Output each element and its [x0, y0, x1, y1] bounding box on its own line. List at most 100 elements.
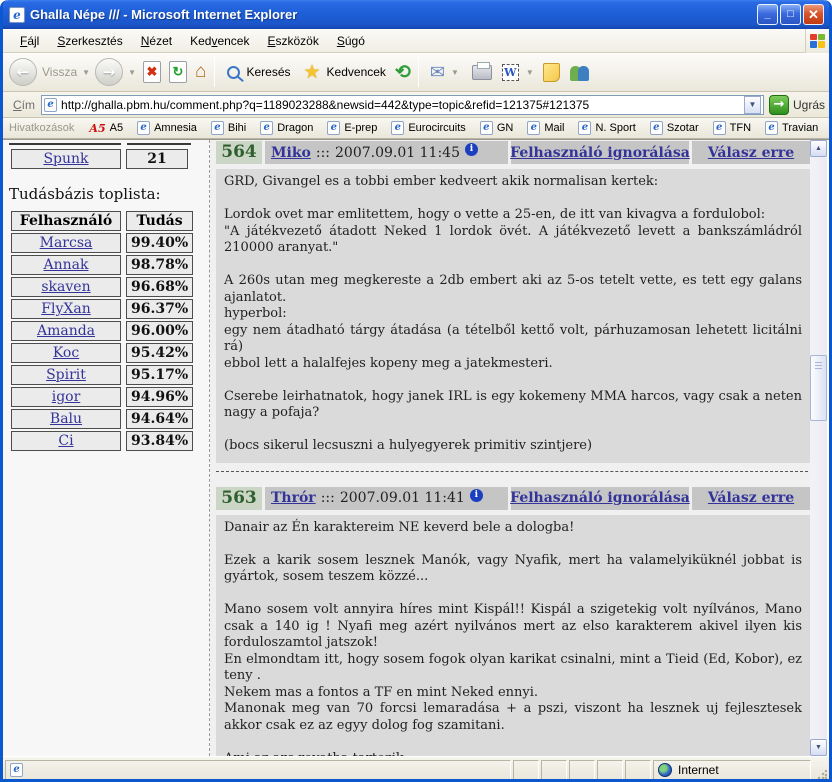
address-dropdown-icon[interactable]: ▼: [744, 96, 761, 114]
refresh-button[interactable]: ↻: [169, 61, 187, 83]
address-url[interactable]: http://ghalla.pbm.hu/comment.php?q=11890…: [61, 98, 744, 112]
vertical-scrollbar[interactable]: ▲ ▼: [810, 140, 827, 756]
maximize-button[interactable]: □: [780, 4, 801, 25]
author-link[interactable]: Miko: [271, 145, 311, 161]
back-dropdown-icon[interactable]: ▼: [82, 68, 90, 77]
table-row: Spirit 95.17%: [11, 365, 193, 385]
knowledge-value: 96.37%: [126, 299, 193, 319]
browser-window: e Ghalla Népe /// - Microsoft Internet E…: [0, 0, 832, 782]
user-link[interactable]: Marcsa: [40, 235, 93, 251]
edit-word-button[interactable]: W: [502, 64, 519, 81]
minimize-button[interactable]: _: [757, 4, 778, 25]
back-button[interactable]: ←: [9, 58, 37, 86]
ignore-user-cell: Felhasználó ignorálása: [511, 487, 689, 510]
menu-favorites[interactable]: Kedvencek: [181, 31, 258, 51]
menu-file[interactable]: Fájl: [11, 31, 48, 51]
scroll-down-button[interactable]: ▼: [810, 739, 827, 756]
post-timestamp: 2007.09.01 11:45: [335, 145, 460, 161]
links-bar: Hivatkozások A5A5 eAmnesia eBihi eDragon…: [3, 118, 829, 139]
history-button[interactable]: ⟲: [395, 61, 411, 84]
ie-page-icon: e: [578, 121, 591, 135]
favorites-button[interactable]: ★ Kedvencek: [297, 59, 392, 86]
menu-view[interactable]: Nézet: [132, 31, 181, 51]
spunk-table: Spunk 21: [6, 147, 193, 171]
links-bar-item-gn[interactable]: eGN: [480, 121, 514, 135]
print-button[interactable]: [472, 65, 492, 80]
window-title: Ghalla Népe /// - Microsoft Internet Exp…: [30, 7, 755, 22]
user-link[interactable]: Ci: [58, 433, 73, 449]
search-button[interactable]: Keresés: [219, 63, 296, 81]
user-link[interactable]: Koc: [53, 345, 79, 361]
reply-link[interactable]: Válasz erre: [708, 490, 794, 506]
status-pane: [625, 760, 651, 780]
info-icon[interactable]: i: [465, 143, 478, 156]
post-header: 563 Thrór ::: 2007.09.01 11:41 i Felhasz…: [216, 487, 810, 510]
links-bar-item-eprep[interactable]: eE-prep: [327, 121, 377, 135]
windows-logo: [805, 29, 829, 53]
toolbar-separator: [418, 57, 419, 87]
user-link[interactable]: skaven: [41, 279, 90, 295]
links-bar-item-szotar[interactable]: eSzotar: [650, 121, 699, 135]
info-icon[interactable]: i: [470, 489, 483, 502]
status-pane: [541, 760, 567, 780]
user-link[interactable]: Balu: [50, 411, 82, 427]
links-bar-item-bihi[interactable]: eBihi: [211, 121, 246, 135]
ie-page-icon: e: [327, 121, 340, 135]
messenger-button[interactable]: [570, 63, 592, 81]
forward-dropdown-icon[interactable]: ▼: [128, 68, 136, 77]
mail-button[interactable]: ✉ ▼: [423, 60, 466, 85]
links-bar-item-tfn[interactable]: eTFN: [713, 121, 751, 135]
knowledge-value: 95.42%: [126, 343, 193, 363]
stop-button[interactable]: ✖: [143, 61, 161, 83]
knowledge-value: 99.40%: [126, 233, 193, 253]
ie-page-icon: e: [391, 121, 404, 135]
scrollbar-thumb[interactable]: [810, 355, 827, 421]
home-button[interactable]: ⌂: [195, 62, 206, 82]
links-bar-item-a5[interactable]: A5A5: [89, 122, 123, 135]
user-link-spunk[interactable]: Spunk: [43, 151, 88, 167]
table-row: Annak98.78%: [11, 255, 193, 275]
address-input[interactable]: e http://ghalla.pbm.hu/comment.php?q=118…: [41, 95, 764, 115]
a5-icon: A5: [89, 122, 105, 135]
post-separator: [216, 471, 808, 472]
mail-dropdown-icon[interactable]: ▼: [451, 68, 459, 77]
resize-grip[interactable]: [813, 760, 827, 780]
knowledge-value: 95.17%: [126, 365, 193, 385]
links-bar-item-travian[interactable]: eTravian: [765, 121, 818, 135]
user-link[interactable]: igor: [52, 389, 81, 405]
links-bar-item-mail[interactable]: eMail: [527, 121, 564, 135]
go-button[interactable]: → Ugrás: [769, 95, 825, 115]
discuss-note-button[interactable]: [543, 63, 560, 82]
column-knowledge: Tudás: [126, 211, 193, 231]
post-header: 564 Miko ::: 2007.09.01 11:45 i Felhaszn…: [216, 141, 810, 164]
links-bar-item-nsport[interactable]: eN. Sport: [578, 121, 635, 135]
table-row: skaven96.68%: [11, 277, 193, 297]
ie-page-icon: e: [527, 121, 540, 135]
menu-bar: Fájl Szerkesztés Nézet Kedvencek Eszközö…: [3, 29, 829, 53]
forward-button[interactable]: →: [95, 58, 123, 86]
scroll-up-button[interactable]: ▲: [810, 140, 827, 157]
status-main-pane: e: [5, 760, 511, 780]
ie-page-icon: e: [137, 121, 150, 135]
address-label: Cím: [13, 98, 35, 112]
ignore-user-link[interactable]: Felhasználó ignorálása: [510, 145, 690, 161]
reply-link[interactable]: Válasz erre: [708, 145, 794, 161]
ie-logo-icon: e: [9, 7, 25, 23]
menu-edit[interactable]: Szerkesztés: [48, 31, 131, 51]
links-bar-item-dragon[interactable]: eDragon: [260, 121, 313, 135]
user-link[interactable]: Amanda: [37, 323, 95, 339]
menu-tools[interactable]: Eszközök: [258, 31, 327, 51]
links-bar-label: Hivatkozások: [9, 122, 74, 134]
menu-help[interactable]: Súgó: [328, 31, 374, 51]
close-button[interactable]: ✕: [803, 4, 824, 25]
scrollbar-track[interactable]: [810, 157, 827, 739]
ie-page-icon: e: [10, 763, 23, 777]
edit-dropdown-icon[interactable]: ▼: [526, 68, 534, 77]
author-link[interactable]: Thrór: [271, 490, 316, 506]
user-link[interactable]: FlyXan: [41, 301, 90, 317]
ignore-user-link[interactable]: Felhasználó ignorálása: [510, 490, 690, 506]
user-link[interactable]: Annak: [44, 257, 89, 273]
user-link[interactable]: Spirit: [46, 367, 86, 383]
links-bar-item-eurocircuits[interactable]: eEurocircuits: [391, 121, 465, 135]
links-bar-item-amnesia[interactable]: eAmnesia: [137, 121, 197, 135]
